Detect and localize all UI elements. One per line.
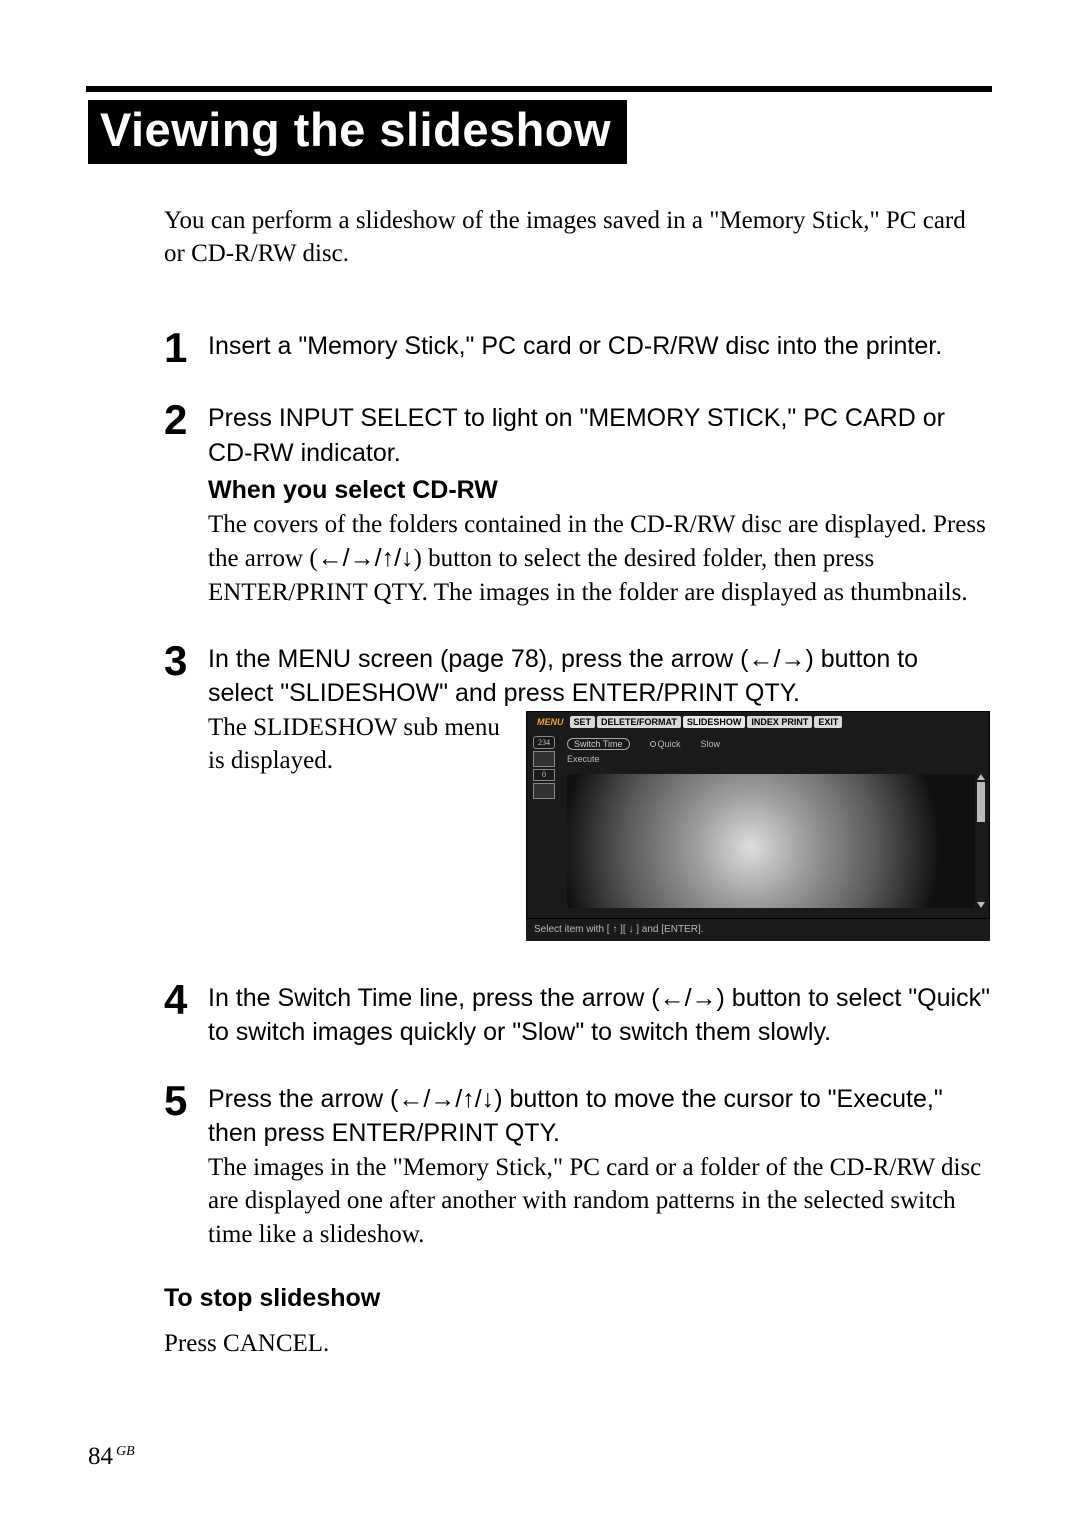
menu-tab-exit: EXIT bbox=[814, 716, 842, 728]
step-2-lead: Press INPUT SELECT to light on "MEMORY S… bbox=[208, 401, 990, 470]
menu-tabs: MENU SET DELETE/FORMAT SLIDESHOW INDEX P… bbox=[533, 716, 983, 728]
menu-switch-time-pill: Switch Time bbox=[567, 738, 630, 750]
menu-slow-option: Slow bbox=[701, 739, 721, 749]
arrow-glyphs: ←/→ bbox=[749, 645, 806, 673]
menu-quick-label: Quick bbox=[658, 739, 681, 749]
intro-text: You can perform a slideshow of the image… bbox=[164, 204, 990, 272]
scroll-thumb bbox=[977, 782, 985, 822]
menu-tab-delete: DELETE/FORMAT bbox=[597, 716, 681, 728]
menu-quick-option: Quick bbox=[650, 739, 681, 749]
step-5-lead: Press the arrow (←/→/↑/↓) button to move… bbox=[208, 1082, 990, 1151]
stop-heading: To stop slideshow bbox=[164, 1284, 990, 1313]
step-5-lead-pre: Press the arrow ( bbox=[208, 1085, 398, 1113]
step-1: 1 Insert a "Memory Stick," PC card or CD… bbox=[164, 329, 990, 369]
scroll-up-icon bbox=[977, 774, 985, 780]
step-number: 3 bbox=[164, 640, 208, 941]
menu-thumb-icon bbox=[533, 751, 555, 767]
menu-execute-row: Execute bbox=[567, 752, 975, 766]
menu-tab-slideshow: SLIDESHOW bbox=[683, 716, 746, 728]
step-number: 1 bbox=[164, 327, 208, 369]
menu-caption: Select item with [ ↑ ][ ↓ ] and [ENTER]. bbox=[526, 919, 990, 941]
step-3: 3 In the MENU screen (page 78), press th… bbox=[164, 642, 990, 941]
page-number-suffix: GB bbox=[116, 1444, 135, 1459]
step-5-body: The images in the "Memory Stick," PC car… bbox=[208, 1151, 990, 1252]
menu-tab-set: SET bbox=[570, 716, 596, 728]
menu-preview-image bbox=[567, 774, 975, 908]
step-2: 2 Press INPUT SELECT to light on "MEMORY… bbox=[164, 401, 990, 610]
radio-icon bbox=[650, 741, 656, 747]
arrow-glyphs: ←/→/↑/↓ bbox=[318, 544, 414, 572]
step-5: 5 Press the arrow (←/→/↑/↓) button to mo… bbox=[164, 1082, 990, 1252]
step-2-subhead: When you select CD-RW bbox=[208, 472, 990, 508]
step-3-lead-pre: In the MENU screen (page 78), press the … bbox=[208, 645, 749, 673]
step-1-lead: Insert a "Memory Stick," PC card or CD-R… bbox=[208, 329, 990, 364]
page-number: 84GB bbox=[88, 1443, 135, 1471]
menu-screenshot: MENU SET DELETE/FORMAT SLIDESHOW INDEX P… bbox=[526, 711, 990, 941]
menu-scrollbar bbox=[977, 774, 985, 908]
menu-count: 234 bbox=[533, 736, 555, 749]
page-title: Viewing the slideshow bbox=[88, 100, 627, 164]
menu-screenshot-box: MENU SET DELETE/FORMAT SLIDESHOW INDEX P… bbox=[526, 711, 990, 919]
arrow-glyphs: ←/→ bbox=[660, 984, 717, 1012]
stop-body: Press CANCEL. bbox=[164, 1327, 990, 1361]
menu-content: Switch Time Quick Slow Execute bbox=[567, 736, 975, 766]
step-4-lead: In the Switch Time line, press the arrow… bbox=[208, 981, 990, 1050]
menu-printer-icon bbox=[533, 783, 555, 799]
step-number: 2 bbox=[164, 399, 208, 610]
arrow-glyphs: ←/→/↑/↓ bbox=[398, 1085, 494, 1113]
menu-execute-label: Execute bbox=[567, 754, 600, 764]
step-number: 5 bbox=[164, 1080, 208, 1252]
step-2-body: The covers of the folders contained in t… bbox=[208, 508, 990, 609]
scroll-down-icon bbox=[977, 902, 985, 908]
step-4: 4 In the Switch Time line, press the arr… bbox=[164, 981, 990, 1050]
step-3-body: The SLIDESHOW sub menu is displayed. bbox=[208, 711, 508, 779]
top-rule bbox=[86, 86, 992, 92]
step-4-lead-pre: In the Switch Time line, press the arrow… bbox=[208, 984, 660, 1012]
step-number: 4 bbox=[164, 979, 208, 1050]
menu-switch-time-row: Switch Time Quick Slow bbox=[567, 736, 975, 752]
menu-left-panel: 234 0 bbox=[533, 736, 555, 799]
menu-tab-index: INDEX PRINT bbox=[747, 716, 812, 728]
page-number-value: 84 bbox=[88, 1443, 113, 1470]
menu-tab-menu: MENU bbox=[533, 716, 568, 728]
step-3-lead: In the MENU screen (page 78), press the … bbox=[208, 642, 990, 711]
menu-zero: 0 bbox=[533, 769, 555, 781]
